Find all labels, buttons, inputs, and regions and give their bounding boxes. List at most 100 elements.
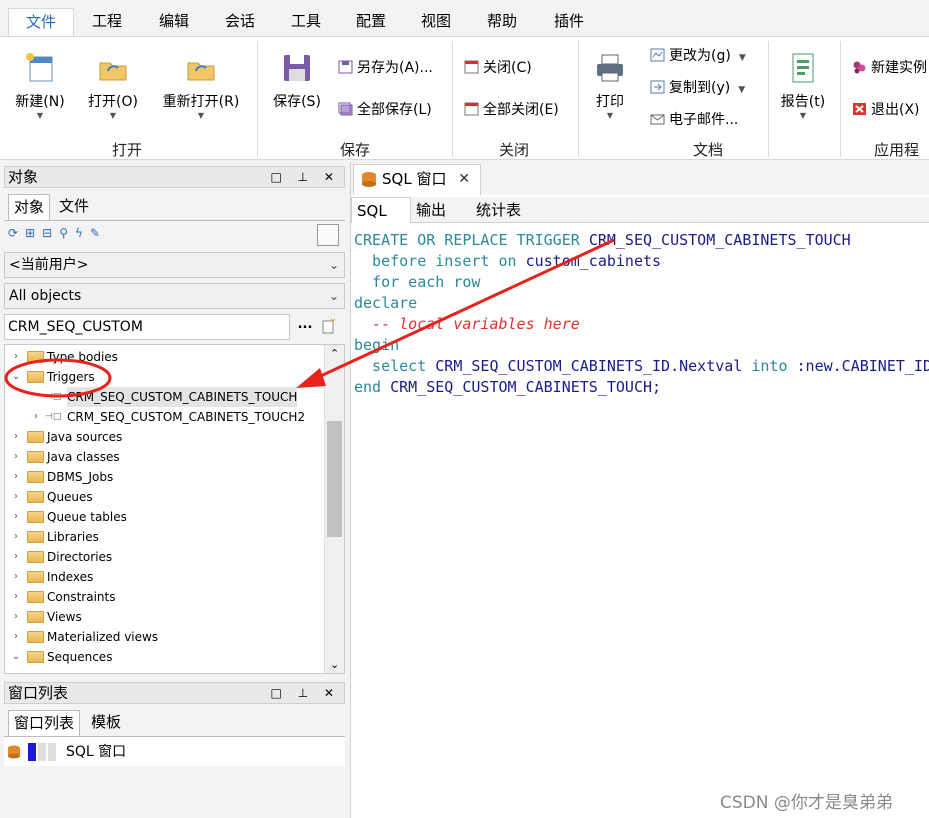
save-as-button[interactable]: 另存为(A)... — [338, 57, 433, 79]
chevron-right-icon[interactable]: › — [11, 467, 21, 487]
object-search-input[interactable]: CRM_SEQ_CUSTOM — [4, 314, 290, 340]
search-options-button[interactable]: ... — [294, 314, 316, 340]
tree-item-folder[interactable]: › Queue tables — [5, 507, 323, 527]
chevron-right-icon[interactable]: › — [11, 607, 21, 627]
tree-item-folder[interactable]: › Materialized views — [5, 627, 323, 647]
copy-to-button[interactable]: 复制到(y) ▼ — [650, 77, 745, 99]
chevron-down-icon: ▼ — [738, 53, 746, 63]
chevron-down-icon: ⌄ — [328, 258, 339, 272]
change-to-button[interactable]: 更改为(g) ▼ — [650, 45, 746, 67]
tree-item-folder[interactable]: › DBMS_Jobs — [5, 467, 323, 487]
chevron-right-icon[interactable]: › — [11, 587, 21, 607]
new-instance-button[interactable]: 新建实例 — [852, 57, 927, 79]
expand-icon[interactable]: ⊞ — [25, 226, 42, 240]
exit-label: 退出(X) — [871, 102, 920, 118]
scroll-thumb[interactable] — [327, 421, 342, 537]
menu-tab[interactable]: 帮助 — [474, 8, 530, 36]
menu-tab[interactable]: 编辑 — [146, 8, 202, 36]
chevron-down-icon[interactable]: ⌄ — [11, 367, 21, 387]
close-button[interactable]: 关闭(C) — [464, 57, 532, 79]
open-button[interactable]: 打开(O) ▼ — [80, 51, 146, 121]
tree-item-trigger[interactable]: ⊣□ CRM_SEQ_CUSTOM_CABINETS_TOUCH — [5, 387, 323, 407]
menu-tab[interactable]: 视图 — [408, 8, 464, 36]
tab-window-list[interactable]: 窗口列表 — [8, 710, 81, 736]
panel-window-buttons[interactable]: □ ⊥ ✕ — [271, 167, 340, 187]
print-button[interactable]: 打印 ▼ — [588, 51, 632, 121]
code-token: -- local variables here — [354, 315, 580, 333]
reopen-button[interactable]: 重新打开(R) ▼ — [158, 51, 244, 121]
chevron-right-icon[interactable]: › — [11, 347, 21, 367]
reopen-folder-icon — [187, 62, 215, 81]
group-divider — [257, 41, 258, 157]
menu-tab[interactable]: 插件 — [540, 8, 598, 36]
report-button[interactable]: 报告(t) ▼ — [776, 51, 830, 121]
menu-tab[interactable]: 会话 — [212, 8, 268, 36]
sql-editor[interactable]: CREATE OR REPLACE TRIGGER CRM_SEQ_CUSTOM… — [354, 228, 929, 818]
object-browser-panel: 对象 □ ⊥ ✕ 对象 文件 ⟳⊞⊟⚲ϟ✎ <当前用户> ⌄ All object… — [0, 162, 348, 818]
chevron-right-icon[interactable]: › — [11, 627, 21, 647]
tree-item-folder[interactable]: › Queues — [5, 487, 323, 507]
menu-tab[interactable]: 工程 — [78, 8, 136, 36]
tree-item-folder[interactable]: › Constraints — [5, 587, 323, 607]
chevron-right-icon[interactable]: › — [11, 567, 21, 587]
chevron-down-icon: ▼ — [606, 111, 614, 120]
toolbar-option-box[interactable] — [317, 224, 339, 246]
email-button[interactable]: 电子邮件... — [650, 109, 738, 131]
tree-item-folder[interactable]: › Directories — [5, 547, 323, 567]
panel-window-buttons[interactable]: □ ⊥ ✕ — [271, 683, 340, 703]
chevron-right-icon[interactable]: › — [31, 407, 41, 427]
save-label: 保存(S) — [273, 94, 321, 110]
tree-item-folder[interactable]: › Type bodies — [5, 347, 323, 367]
chevron-down-icon: ▼ — [197, 111, 205, 120]
menu-bar: 文件 工程 编辑 会话 工具 配置 视图 帮助 插件 — [0, 0, 929, 36]
menu-tab[interactable]: 工具 — [278, 8, 334, 36]
menu-tab[interactable]: 配置 — [343, 8, 399, 36]
chevron-right-icon[interactable]: › — [11, 427, 21, 447]
chevron-right-icon[interactable]: › — [11, 447, 21, 467]
tab-sql[interactable]: SQL — [351, 197, 411, 223]
collapse-icon[interactable]: ⊟ — [42, 226, 59, 240]
exit-button[interactable]: 退出(X) — [852, 99, 920, 121]
tab-output[interactable]: 输出 — [411, 197, 451, 223]
chevron-right-icon[interactable]: › — [11, 507, 21, 527]
tree-item-folder[interactable]: ⌄ Triggers — [5, 367, 323, 387]
object-type-select[interactable]: All objects ⌄ — [4, 283, 345, 309]
close-window-icon — [464, 60, 479, 74]
code-line: begin — [354, 335, 399, 356]
user-filter-select[interactable]: <当前用户> ⌄ — [4, 252, 345, 278]
tab-templates[interactable]: 模板 — [86, 710, 126, 736]
chevron-down-icon[interactable]: ⌄ — [11, 647, 21, 667]
tree-item-folder[interactable]: › Libraries — [5, 527, 323, 547]
save-all-button[interactable]: 全部保存(L) — [338, 99, 432, 121]
find-icon[interactable]: ⚲ — [59, 226, 75, 240]
tab-sql-window[interactable]: SQL 窗口 ✕ — [353, 164, 481, 195]
tab-objects[interactable]: 对象 — [8, 194, 51, 220]
tree-item-folder[interactable]: ⌄ Sequences — [5, 647, 323, 667]
tree-item-folder[interactable]: › Java classes — [5, 447, 323, 467]
chevron-right-icon[interactable]: › — [11, 547, 21, 567]
tree-item-folder[interactable]: › Indexes — [5, 567, 323, 587]
new-search-icon[interactable] — [320, 318, 336, 334]
tree-item-trigger[interactable]: › ⊣□ CRM_SEQ_CUSTOM_CABINETS_TOUCH2 — [5, 407, 323, 427]
scroll-up-icon[interactable]: ⌃ — [330, 347, 339, 360]
scroll-down-icon[interactable]: ⌄ — [330, 658, 339, 671]
tree-item-folder[interactable]: › Views — [5, 607, 323, 627]
save-button[interactable]: 保存(S) — [268, 51, 326, 111]
refresh-icon[interactable]: ⟳ — [8, 226, 25, 240]
window-list: SQL 窗口 — [4, 736, 345, 766]
tab-statistics[interactable]: 统计表 — [471, 197, 526, 223]
close-icon[interactable]: ✕ — [458, 165, 470, 193]
menu-tab[interactable]: 文件 — [8, 8, 74, 36]
filter-icon[interactable]: ϟ — [75, 226, 90, 240]
tree-item-folder[interactable]: › Java sources — [5, 427, 323, 447]
code-line: -- local variables here — [354, 314, 580, 335]
new-button[interactable]: 新建(N) ▼ — [8, 51, 72, 121]
new-file-icon — [26, 53, 53, 82]
chevron-right-icon[interactable]: › — [11, 527, 21, 547]
chevron-right-icon[interactable]: › — [11, 487, 21, 507]
tab-objects-label: 对象 — [14, 198, 45, 216]
close-all-button[interactable]: 全部关闭(E) — [464, 99, 559, 121]
tree-scrollbar[interactable]: ⌃ ⌄ — [324, 345, 344, 673]
tab-files[interactable]: 文件 — [54, 194, 94, 220]
properties-icon[interactable]: ✎ — [90, 226, 107, 240]
